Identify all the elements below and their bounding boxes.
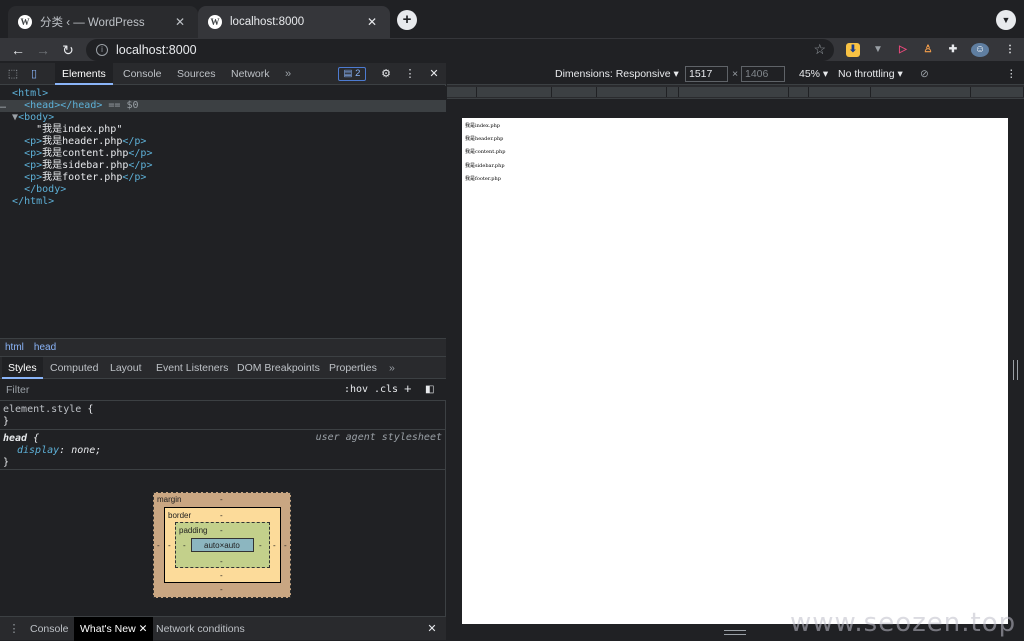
close-icon[interactable]: ✕: [139, 623, 148, 635]
device-toolbar: Dimensions: Responsive ▾ 1517 × 1406 45%…: [447, 63, 1024, 85]
dom-node-html[interactable]: <html>: [0, 88, 446, 100]
times-icon: ×: [732, 68, 739, 80]
breadcrumb-head[interactable]: head: [29, 342, 61, 353]
dom-tree: <html> … <head></head> == $0 ▼<body> "我是…: [0, 86, 446, 339]
drawer-tab-whats-new[interactable]: What's New ✕: [74, 617, 154, 641]
head-rule: head { user agent stylesheet display: no…: [0, 430, 446, 470]
breadcrumb: html head: [0, 338, 446, 357]
chevron-down-icon[interactable]: ▼: [996, 10, 1016, 30]
rendered-page: 我是index.php 我是header.php 我是content.php 我…: [462, 118, 1008, 624]
height-input[interactable]: 1406: [741, 66, 785, 82]
extension-vue-icon[interactable]: ▼: [871, 43, 885, 57]
devtools-panel: ⬚ ▯ Elements Console Sources Network » ▤…: [0, 63, 446, 641]
drawer-tab-network-conditions[interactable]: Network conditions: [150, 617, 251, 641]
rule-source: user agent stylesheet: [315, 432, 442, 443]
issues-badge[interactable]: ▤ 2: [338, 67, 366, 81]
reload-icon[interactable]: ↻: [58, 40, 78, 60]
more-tabs-icon[interactable]: »: [280, 66, 296, 82]
dom-node-body[interactable]: ▼<body>: [0, 112, 446, 124]
bookmark-star-icon[interactable]: ☆: [813, 41, 826, 58]
tab-layout[interactable]: Layout: [104, 357, 148, 379]
dimensions-dropdown[interactable]: Dimensions: Responsive ▾: [555, 63, 679, 85]
wordpress-icon: W: [208, 15, 222, 29]
drawer-menu-icon[interactable]: ⋮: [6, 621, 22, 637]
dom-node-p[interactable]: <p>我是footer.php</p>: [0, 172, 446, 184]
throttling-dropdown[interactable]: No throttling ▾: [838, 63, 903, 85]
dom-node-p[interactable]: <p>我是sidebar.php</p>: [0, 160, 446, 172]
styles-filter-row: Filter :hov .cls + ◧: [0, 379, 446, 401]
menu-kebab-icon[interactable]: ⋮: [1003, 43, 1017, 57]
issues-count: 2: [355, 68, 361, 79]
zoom-dropdown[interactable]: 45% ▾: [799, 63, 828, 85]
tab-localhost[interactable]: W localhost:8000 ✕: [198, 6, 390, 38]
close-tab-icon[interactable]: ✕: [172, 15, 188, 29]
resize-handle-bottom[interactable]: [724, 630, 746, 635]
tab-dom-breakpoints[interactable]: DOM Breakpoints: [231, 357, 326, 379]
dom-node-p[interactable]: <p>我是header.php</p>: [0, 136, 446, 148]
rotate-icon[interactable]: ⊘: [920, 63, 929, 85]
gear-icon[interactable]: ⚙: [378, 66, 394, 82]
inspect-element-icon[interactable]: ⬚: [5, 66, 21, 82]
browser-toolbar: ← → ↻ i localhost:8000 ☆ ⬇ ▼ ▷ ♙ ✚ ☺ ⋮: [0, 38, 1024, 62]
tab-properties[interactable]: Properties: [323, 357, 383, 379]
more-tabs-icon[interactable]: »: [383, 357, 401, 379]
tab-event-listeners[interactable]: Event Listeners: [150, 357, 234, 379]
filter-input[interactable]: Filter: [6, 384, 29, 396]
dom-text-node[interactable]: "我是index.php": [0, 124, 446, 136]
more-options-icon[interactable]: ⋮: [402, 66, 418, 82]
close-icon[interactable]: ✕: [426, 66, 442, 82]
tab-network[interactable]: Network: [224, 63, 277, 85]
width-input[interactable]: 1517: [685, 66, 728, 82]
tab-console[interactable]: Console: [116, 63, 169, 85]
drawer-tab-console[interactable]: Console: [24, 617, 75, 641]
tab-elements[interactable]: Elements: [55, 63, 113, 85]
tab-wordpress[interactable]: W 分类 ‹ — WordPress ✕: [8, 6, 198, 38]
watermark: www.seozen.top: [790, 608, 1017, 638]
tab-sources[interactable]: Sources: [170, 63, 223, 85]
styles-tab-bar: Styles Computed Layout Event Listeners D…: [0, 357, 446, 379]
resize-handle-right[interactable]: [1013, 360, 1018, 380]
new-tab-button[interactable]: +: [397, 10, 417, 30]
device-toolbar-icon[interactable]: ▯: [26, 66, 42, 82]
page-paragraph: 我是header.php: [465, 136, 504, 142]
dom-node-html-close[interactable]: </html>: [0, 196, 446, 208]
tab-title: localhost:8000: [230, 16, 305, 28]
extension-play-icon[interactable]: ▷: [896, 43, 910, 57]
address-bar[interactable]: i localhost:8000 ☆: [86, 39, 834, 61]
avatar[interactable]: ☺: [971, 43, 989, 57]
page-text: 我是index.php: [465, 123, 501, 129]
tab-computed[interactable]: Computed: [44, 357, 104, 379]
media-query-bar[interactable]: [447, 85, 1024, 99]
close-tab-icon[interactable]: ✕: [364, 15, 380, 29]
page-paragraph: 我是footer.php: [465, 176, 501, 182]
page-paragraph: 我是content.php: [465, 149, 506, 155]
cls-button[interactable]: .cls: [374, 384, 398, 395]
url-text: localhost:8000: [116, 43, 197, 57]
hov-button[interactable]: :hov: [344, 384, 368, 395]
extensions-puzzle-icon[interactable]: ✚: [946, 43, 960, 57]
wordpress-icon: W: [18, 15, 32, 29]
extension-rocket-icon[interactable]: ♙: [921, 43, 935, 57]
devtools-tab-bar: ⬚ ▯ Elements Console Sources Network » ▤…: [0, 63, 446, 85]
toggle-sidebar-icon[interactable]: ◧: [425, 384, 434, 395]
more-options-icon[interactable]: ⋮: [1006, 63, 1017, 85]
drawer-tab-bar: ⋮ Console What's New ✕ Network condition…: [0, 616, 446, 641]
extension-download-icon[interactable]: ⬇: [846, 43, 860, 57]
close-icon[interactable]: ✕: [424, 621, 440, 637]
dom-node-head[interactable]: … <head></head> == $0: [0, 100, 446, 112]
tab-styles[interactable]: Styles: [2, 357, 43, 379]
dom-node-p[interactable]: <p>我是content.php</p>: [0, 148, 446, 160]
add-rule-icon[interactable]: +: [404, 381, 412, 396]
element-style-rule: element.style { }: [0, 401, 446, 430]
browser-tab-bar: W 分类 ‹ — WordPress ✕ W localhost:8000 ✕ …: [0, 0, 1024, 38]
forward-icon[interactable]: →: [33, 40, 53, 60]
info-icon[interactable]: i: [96, 44, 108, 56]
dom-node-body-close[interactable]: </body>: [0, 184, 446, 196]
page-paragraph: 我是sidebar.php: [465, 163, 505, 169]
back-icon[interactable]: ←: [8, 40, 28, 60]
tab-title: 分类 ‹ — WordPress: [40, 17, 145, 29]
breadcrumb-html[interactable]: html: [0, 342, 29, 353]
